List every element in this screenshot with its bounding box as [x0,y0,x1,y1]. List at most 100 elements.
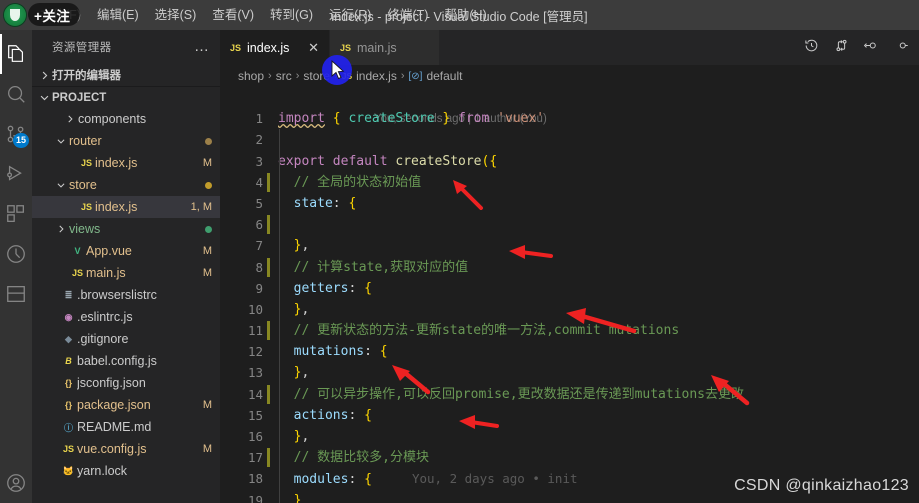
js-file-icon: JS [80,158,92,168]
folder-status-dot [205,225,212,233]
more-actions-icon [894,38,909,58]
tree-item-views[interactable]: views [32,218,220,240]
line-number-17: 17 [220,447,270,468]
editor-right-strip [905,117,919,503]
tree-item-store[interactable]: store [32,174,220,196]
tree-twisty-placeholder [44,441,60,457]
close-icon[interactable]: ✕ [308,41,319,54]
code-content[interactable]: You, seconds ago | 1 author (You) import… [270,87,919,503]
tree-item-components[interactable]: components [32,108,220,130]
line-number-gutter: 1234567891011121314151617181920 [220,87,270,503]
activity-testing[interactable] [0,234,32,274]
csdn-logo-icon [4,4,26,26]
split-editor-button[interactable] [857,30,885,65]
chevron-right-icon [62,111,78,127]
code-line-15: actions: { [278,407,372,423]
timeline-history-button[interactable] [797,30,825,65]
code-line-5: state: { [278,195,357,211]
menu-view[interactable]: 查看(V) [204,0,262,30]
layout-icon [5,283,27,305]
tree-twisty-placeholder [44,463,60,479]
section-open-editors[interactable]: 打开的编辑器 [32,64,220,86]
tab-index-js[interactable]: JS index.js ✕ [220,30,330,65]
menu-go[interactable]: 转到(G) [262,0,321,30]
breadcrumb-item-index-js[interactable]: index.js [356,69,397,83]
explorer-header: 资源管理器 … [32,30,220,64]
tree-item-index-js[interactable]: JS index.js M [32,152,220,174]
vue-file-icon: V [74,246,81,256]
breadcrumb-item-default[interactable]: default [426,69,462,83]
activity-source-control[interactable]: 15 [0,114,32,154]
compare-changes-button[interactable] [827,30,855,65]
tree-item-label: index.js [95,156,138,170]
split-editor-icon [863,38,879,58]
git-file-icon: ◆ [65,333,72,344]
line-number-19: 19 [247,492,263,503]
close-icon[interactable]: ✕ [418,41,429,54]
chevron-right-icon: › [268,70,272,82]
menu-help[interactable]: 帮助(H) [436,0,494,30]
menu-bar[interactable]: 文件(F) 编辑(E) 选择(S) 查看(V) 转到(G) 运行(R) 终端(T… [32,0,495,30]
tree-twisty-placeholder [53,243,69,259]
tree-item--gitignore[interactable]: ◆ .gitignore [32,328,220,350]
git-status-badge: M [202,443,212,455]
tree-item--browserslistrc[interactable]: ≣ .browserslistrc [32,284,220,306]
menu-selection[interactable]: 选择(S) [147,0,205,30]
tree-item--eslintrc-js[interactable]: ◉ .eslintrc.js [32,306,220,328]
tree-twisty-placeholder [44,375,60,391]
explorer-more-actions-icon[interactable]: … [194,39,210,54]
tree-item-vue-config-js[interactable]: JS vue.config.js M [32,438,220,460]
tree-item-readme-md[interactable]: ⓘ README.md [32,416,220,438]
tree-twisty-placeholder [44,397,60,413]
source-control-badge: 15 [12,133,29,148]
compare-changes-icon [834,38,849,58]
section-project-label: PROJECT [52,91,107,104]
tree-item-main-js[interactable]: JS main.js M [32,262,220,284]
code-line-8: // 计算state,获取对应的值 [278,259,469,275]
code-line-13: }, [278,365,310,381]
tree-item-router[interactable]: router [32,130,220,152]
activity-search[interactable] [0,74,32,114]
tree-item-label: yarn.lock [77,464,128,478]
tree-item-app-vue[interactable]: V App.vue M [32,240,220,262]
tab-label: main.js [357,40,397,55]
menu-edit[interactable]: 编辑(E) [89,0,147,30]
code-line-16: }, [278,429,310,444]
menu-run[interactable]: 运行(R) [321,0,379,30]
breadcrumb-item-shop[interactable]: shop [238,69,264,83]
section-project[interactable]: PROJECT [32,86,220,108]
json-file-icon: {} [64,378,72,388]
code-editor[interactable]: 1234567891011121314151617181920 You, sec… [220,87,919,503]
activity-account[interactable] [0,463,32,503]
chevron-down-icon [36,90,52,106]
tree-item-index-js[interactable]: JS index.js 1, M [32,196,220,218]
line-number-14: 14 [220,384,270,405]
inline-blame-text: You, 2 days ago • init [411,471,578,487]
git-status-badge: M [202,157,212,169]
explorer-title: 资源管理器 [52,42,112,54]
tree-item-babel-config-js[interactable]: Bbabel.config.js [32,350,220,372]
tree-item-label: .eslintrc.js [77,310,133,324]
tree-item-yarn-lock[interactable]: 🐱 yarn.lock [32,460,220,482]
line-number-10: 10 [247,301,263,317]
activity-layout[interactable] [0,274,32,314]
title-bar: 文件(F) 编辑(E) 选择(S) 查看(V) 转到(G) 运行(R) 终端(T… [0,0,919,30]
activity-run-debug[interactable] [0,154,32,194]
line-number-9: 9 [255,280,263,296]
tree-item-package-json[interactable]: {} package.json M [32,394,220,416]
tree-item-label: main.js [86,266,126,280]
editor-more-actions-button[interactable] [887,30,915,65]
line-number-11: 11 [220,320,270,341]
tree-item-label: views [69,222,101,236]
tree-twisty-placeholder [44,309,60,325]
activity-explorer[interactable] [0,34,32,74]
code-line-17: // 数据比较多,分模块 [278,450,429,466]
csdn-watermark: CSDN @qinkaizhao123 [734,477,909,494]
menu-terminal[interactable]: 终端(T) [379,0,436,30]
breadcrumb-item-src[interactable]: src [276,69,292,83]
line-number-13: 13 [247,365,263,381]
activity-extensions[interactable] [0,194,32,234]
tree-twisty-placeholder [44,353,60,369]
tree-item-jsconfig-json[interactable]: {} jsconfig.json [32,372,220,394]
